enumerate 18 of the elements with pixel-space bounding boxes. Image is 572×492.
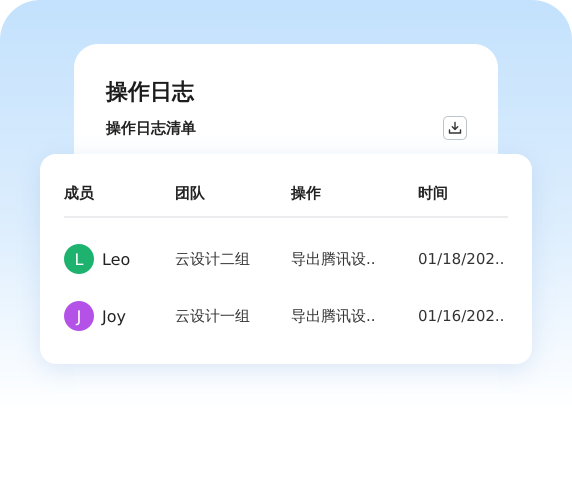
member-name: Joy <box>102 306 126 326</box>
column-header: 成员 <box>64 184 94 203</box>
card-subtitle: 操作日志清单 <box>106 118 196 138</box>
team-name: 云设计一组 <box>175 306 250 326</box>
avatar: J <box>64 301 94 331</box>
team-name: 云设计二组 <box>175 250 250 268</box>
card-title: 操作日志 <box>106 79 196 107</box>
action-text: 导出腾讯设.. <box>291 306 376 326</box>
time-text: 01/18/202.. <box>418 250 504 268</box>
download-icon <box>448 121 462 135</box>
member-name: Leo <box>102 250 130 268</box>
column-header: 团队 <box>175 184 205 203</box>
avatar: L <box>64 244 94 274</box>
download-button[interactable] <box>443 116 467 140</box>
column-header: 时间 <box>418 184 448 203</box>
time-text: 01/16/202.. <box>418 307 504 325</box>
action-text: 导出腾讯设.. <box>291 250 376 268</box>
column-header: 操作 <box>291 184 321 203</box>
